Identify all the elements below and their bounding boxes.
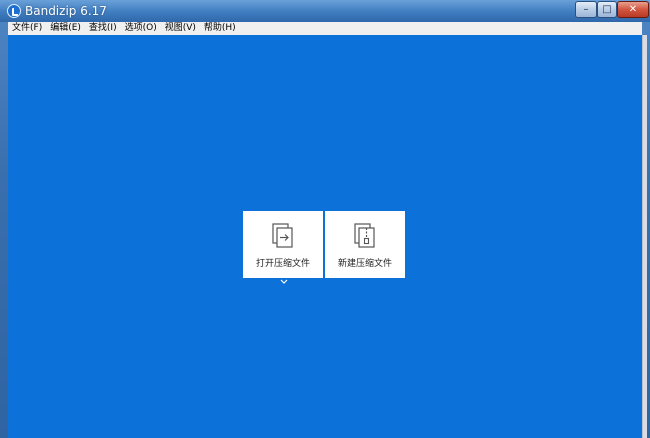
menu-bar: 文件(F) 编辑(E) 查找(I) 选项(O) 视图(V) 帮助(H) — [8, 22, 642, 36]
open-archive-button[interactable]: 打开压缩文件 — [243, 211, 323, 278]
window-title: Bandizip 6.17 — [25, 4, 107, 18]
menu-help[interactable]: 帮助(H) — [200, 22, 240, 35]
main-content-area: 打开压缩文件 新建压缩文件 — [8, 35, 642, 438]
bandizip-app-icon[interactable] — [7, 4, 21, 18]
menu-view[interactable]: 视图(V) — [161, 22, 200, 35]
new-archive-button[interactable]: 新建压缩文件 — [325, 211, 405, 278]
menu-edit[interactable]: 编辑(E) — [46, 22, 85, 35]
close-button[interactable]: ✕ — [617, 1, 649, 18]
menu-file[interactable]: 文件(F) — [8, 22, 46, 35]
menu-find[interactable]: 查找(I) — [85, 22, 121, 35]
title-bar[interactable]: Bandizip 6.17 – □ ✕ — [0, 0, 650, 22]
chevron-down-icon[interactable] — [279, 278, 289, 286]
open-archive-label: 打开压缩文件 — [255, 259, 310, 269]
maximize-button[interactable]: □ — [597, 1, 617, 18]
open-archive-icon — [272, 223, 293, 248]
minimize-button[interactable]: – — [575, 1, 597, 18]
new-archive-label: 新建压缩文件 — [337, 259, 392, 269]
app-window: Bandizip 6.17 – □ ✕ 文件(F) 编辑(E) 查找(I) 选项… — [0, 0, 650, 438]
right-border-scroll — [642, 35, 647, 438]
menu-options[interactable]: 选项(O) — [121, 22, 161, 35]
new-archive-icon — [354, 223, 375, 248]
